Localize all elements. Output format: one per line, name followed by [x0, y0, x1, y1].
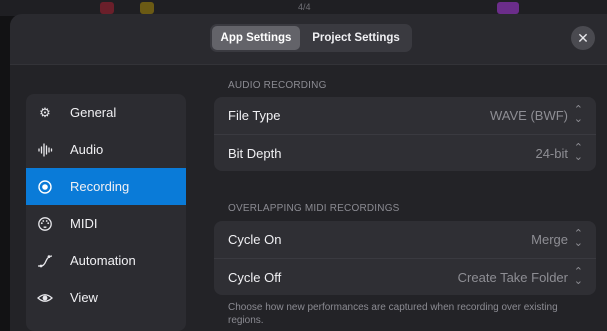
sidebar-item-label: MIDI [70, 216, 98, 231]
automation-curve-icon [37, 253, 53, 269]
cycle-on-row[interactable]: Cycle On Merge ⌃ ⌄ [214, 221, 596, 258]
chevron-up-down-icon: ⌃ ⌄ [573, 104, 583, 125]
background-tool-button [140, 2, 154, 14]
record-icon [37, 179, 53, 195]
sidebar-item-label: General [70, 105, 117, 120]
bit-depth-label: Bit Depth [228, 146, 282, 161]
file-type-label: File Type [228, 108, 281, 123]
sidebar-item-view[interactable]: View [26, 279, 186, 316]
tab-app-settings[interactable]: App Settings [212, 26, 300, 50]
eye-icon [37, 290, 53, 306]
bit-depth-row[interactable]: Bit Depth 24-bit ⌃ ⌄ [214, 134, 596, 172]
overlapping-midi-footnote: Choose how new performances are captured… [228, 302, 558, 326]
sidebar-item-midi[interactable]: MIDI [26, 205, 186, 242]
file-type-value: WAVE (BWF) [490, 108, 568, 123]
cycle-off-row[interactable]: Cycle Off Create Take Folder ⌃ ⌄ [214, 258, 596, 296]
sidebar-item-recording[interactable]: Recording [26, 168, 186, 205]
settings-sheet: App Settings Project Settings ✕ ⚙ Genera… [10, 14, 607, 331]
sidebar-item-label: View [70, 290, 98, 305]
file-type-row[interactable]: File Type WAVE (BWF) ⌃ ⌄ [214, 97, 596, 134]
midi-port-icon [37, 216, 53, 232]
sidebar-item-audio[interactable]: Audio [26, 131, 186, 168]
chevron-up-down-icon: ⌃ ⌄ [573, 142, 583, 163]
settings-titlebar: App Settings Project Settings ✕ [10, 14, 607, 65]
background-counter: 4/4 [298, 2, 311, 12]
cycle-on-label: Cycle On [228, 232, 282, 247]
settings-sidebar: ⚙ General Audio Recording MIDI Automatio… [26, 94, 186, 331]
background-record-button [100, 2, 114, 14]
settings-tabs: App Settings Project Settings [210, 24, 412, 52]
sidebar-item-label: Recording [70, 179, 130, 194]
section-header-overlapping-midi: OVERLAPPING MIDI RECORDINGS [228, 203, 400, 214]
sidebar-item-label: Automation [70, 253, 136, 268]
gear-icon: ⚙ [39, 105, 51, 120]
sidebar-item-general[interactable]: ⚙ General [26, 94, 186, 131]
chevron-up-down-icon: ⌃ ⌄ [573, 228, 583, 249]
close-button[interactable]: ✕ [571, 26, 595, 50]
chevron-up-down-icon: ⌃ ⌄ [573, 266, 583, 287]
close-icon: ✕ [577, 30, 589, 46]
waveform-icon [37, 142, 53, 158]
background-accent-button [497, 2, 519, 14]
bit-depth-value: 24-bit [535, 146, 568, 161]
cycle-off-value: Create Take Folder [457, 270, 568, 285]
tab-project-settings[interactable]: Project Settings [302, 26, 410, 50]
sidebar-item-label: Audio [70, 142, 104, 157]
section-header-audio-recording: AUDIO RECORDING [228, 80, 327, 91]
sidebar-item-automation[interactable]: Automation [26, 242, 186, 279]
cycle-off-label: Cycle Off [228, 270, 282, 285]
cycle-on-value: Merge [531, 232, 568, 247]
overlapping-midi-group: Cycle On Merge ⌃ ⌄ Cycle Off Create Take … [214, 221, 596, 295]
audio-recording-group: File Type WAVE (BWF) ⌃ ⌄ Bit Depth 24-bit… [214, 97, 596, 171]
